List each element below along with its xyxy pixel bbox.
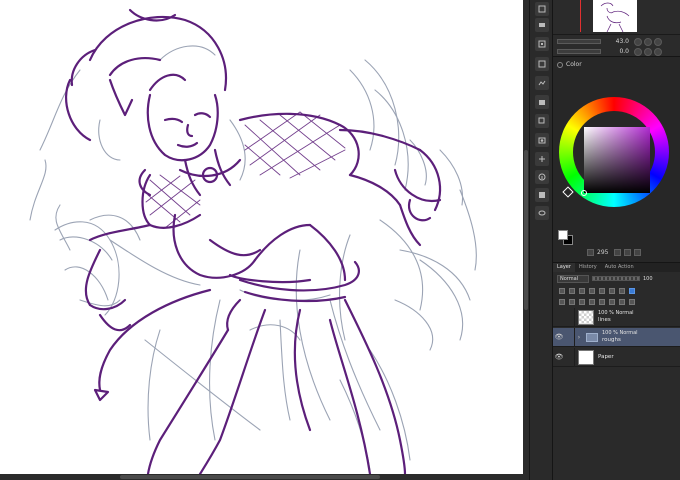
tab-auto-action[interactable]: Auto Action (601, 263, 638, 272)
layer-mode: 100 % Normal (598, 310, 634, 316)
blend-mode-select[interactable]: Normal (557, 274, 589, 283)
new-folder-icon[interactable] (579, 298, 585, 305)
line-art (65, 8, 442, 474)
rotate-left-button[interactable] (634, 47, 642, 56)
navigator-icon[interactable] (535, 2, 549, 16)
lock-alpha-icon[interactable] (599, 287, 605, 294)
zoom-slider[interactable] (557, 39, 601, 44)
main-color-swatch[interactable] (558, 230, 568, 240)
mesh-hatching (145, 111, 346, 229)
drawing-canvas[interactable] (0, 0, 523, 474)
blend-row: Normal 100 (553, 273, 680, 284)
saturation-value-square[interactable] (584, 127, 650, 193)
navigator-panel (553, 0, 680, 34)
navigator-preview-art (600, 2, 630, 32)
image-icon[interactable] (535, 76, 549, 90)
sub-tool-icon[interactable] (535, 18, 549, 32)
copy-icon[interactable] (535, 114, 549, 128)
color-wheel-panel: Color 295 (553, 56, 680, 262)
rotate-slider[interactable] (557, 49, 601, 54)
folder-icon (586, 332, 598, 342)
zoom-value: 43.0 (615, 38, 629, 45)
layer-panel: Layer History Auto Action Normal 100 100… (553, 262, 680, 480)
transfer-down-icon[interactable] (589, 298, 595, 305)
layer-property-icon[interactable] (535, 37, 549, 51)
hsv-icon[interactable] (614, 249, 622, 256)
clip-icon[interactable] (559, 287, 565, 294)
eye-icon[interactable]: 👁 (553, 353, 565, 361)
material-icon[interactable] (535, 57, 549, 71)
layer-row-lines[interactable]: 100 % Normal lines (553, 307, 680, 327)
camera-icon[interactable] (535, 133, 549, 147)
navigator-frame-marker (580, 0, 581, 32)
apply-mask-icon[interactable] (619, 298, 625, 305)
eye-icon[interactable]: 👁 (553, 333, 565, 341)
color-wheel-tab[interactable]: Color (557, 60, 582, 69)
layer-toolbar-2 (553, 296, 680, 307)
layer-row-roughs[interactable]: 👁 › 100 % Normal roughs (553, 327, 680, 347)
sketch-artwork (29, 8, 477, 474)
layer-name: lines (598, 317, 611, 323)
link-icon[interactable] (535, 206, 549, 220)
opacity-value: 100 (643, 275, 653, 282)
scroll-thumb[interactable] (120, 475, 380, 479)
combine-icon[interactable] (599, 298, 605, 305)
new-vector-layer-icon[interactable] (569, 298, 575, 305)
rotate-right-button[interactable] (644, 47, 652, 56)
tab-layer[interactable]: Layer (553, 263, 575, 272)
zoom-in-button[interactable] (644, 37, 652, 46)
layer-name: Paper (598, 353, 614, 360)
reference-icon[interactable] (569, 287, 575, 294)
ruler-icon[interactable] (619, 287, 625, 294)
color-mode-icon[interactable] (587, 249, 594, 256)
layer-name: roughs (602, 337, 621, 343)
layer-thumbnail (578, 309, 594, 325)
tab-history[interactable]: History (575, 263, 601, 272)
color-code-value: 295 (597, 249, 609, 256)
color-panel-footer: 295 (587, 249, 642, 256)
opacity-slider[interactable] (592, 276, 640, 281)
scroll-thumb[interactable] (524, 150, 528, 310)
zoom-out-button[interactable] (634, 37, 642, 46)
folder-icon[interactable] (535, 95, 549, 109)
save-icon[interactable] (535, 188, 549, 202)
delete-layer-icon[interactable] (629, 298, 635, 305)
layer-toolbar (553, 285, 680, 296)
layer-color-icon[interactable] (629, 287, 635, 294)
edit-lock-toggle[interactable] (565, 307, 575, 327)
navigator-sliders: 43.0 0.0 (553, 34, 680, 56)
layer-mask-icon[interactable] (609, 298, 615, 305)
folder-expand-icon[interactable]: › (575, 334, 583, 341)
navigator-preview[interactable] (593, 0, 637, 32)
mask-icon[interactable] (609, 287, 615, 294)
transparent-icon[interactable] (634, 249, 642, 256)
info-icon[interactable] (535, 170, 549, 184)
sv-marker[interactable] (581, 190, 587, 196)
color-wheel-icon (557, 61, 563, 68)
color-tab-label: Color (566, 61, 582, 68)
rotate-reset-button[interactable] (654, 47, 662, 56)
edit-lock-toggle[interactable] (565, 327, 575, 347)
layer-mode: 100 % Normal (602, 330, 638, 336)
rgb-icon[interactable] (624, 249, 632, 256)
right-dock: 43.0 0.0 Color 295 Layer History Auto Ac… (553, 0, 680, 480)
grid-icon[interactable] (535, 152, 549, 166)
rotate-value: 0.0 (619, 48, 629, 55)
edit-lock-toggle[interactable] (565, 347, 575, 367)
lock-icon[interactable] (589, 287, 595, 294)
layer-panel-tabs: Layer History Auto Action (553, 263, 680, 272)
new-raster-layer-icon[interactable] (559, 298, 565, 305)
zoom-fit-button[interactable] (654, 37, 662, 46)
panel-icon-strip (529, 0, 553, 480)
canvas-horizontal-scrollbar[interactable] (0, 474, 529, 480)
draft-icon[interactable] (579, 287, 585, 294)
layer-row-paper[interactable]: 👁 Paper (553, 347, 680, 367)
layer-thumbnail (578, 349, 594, 365)
